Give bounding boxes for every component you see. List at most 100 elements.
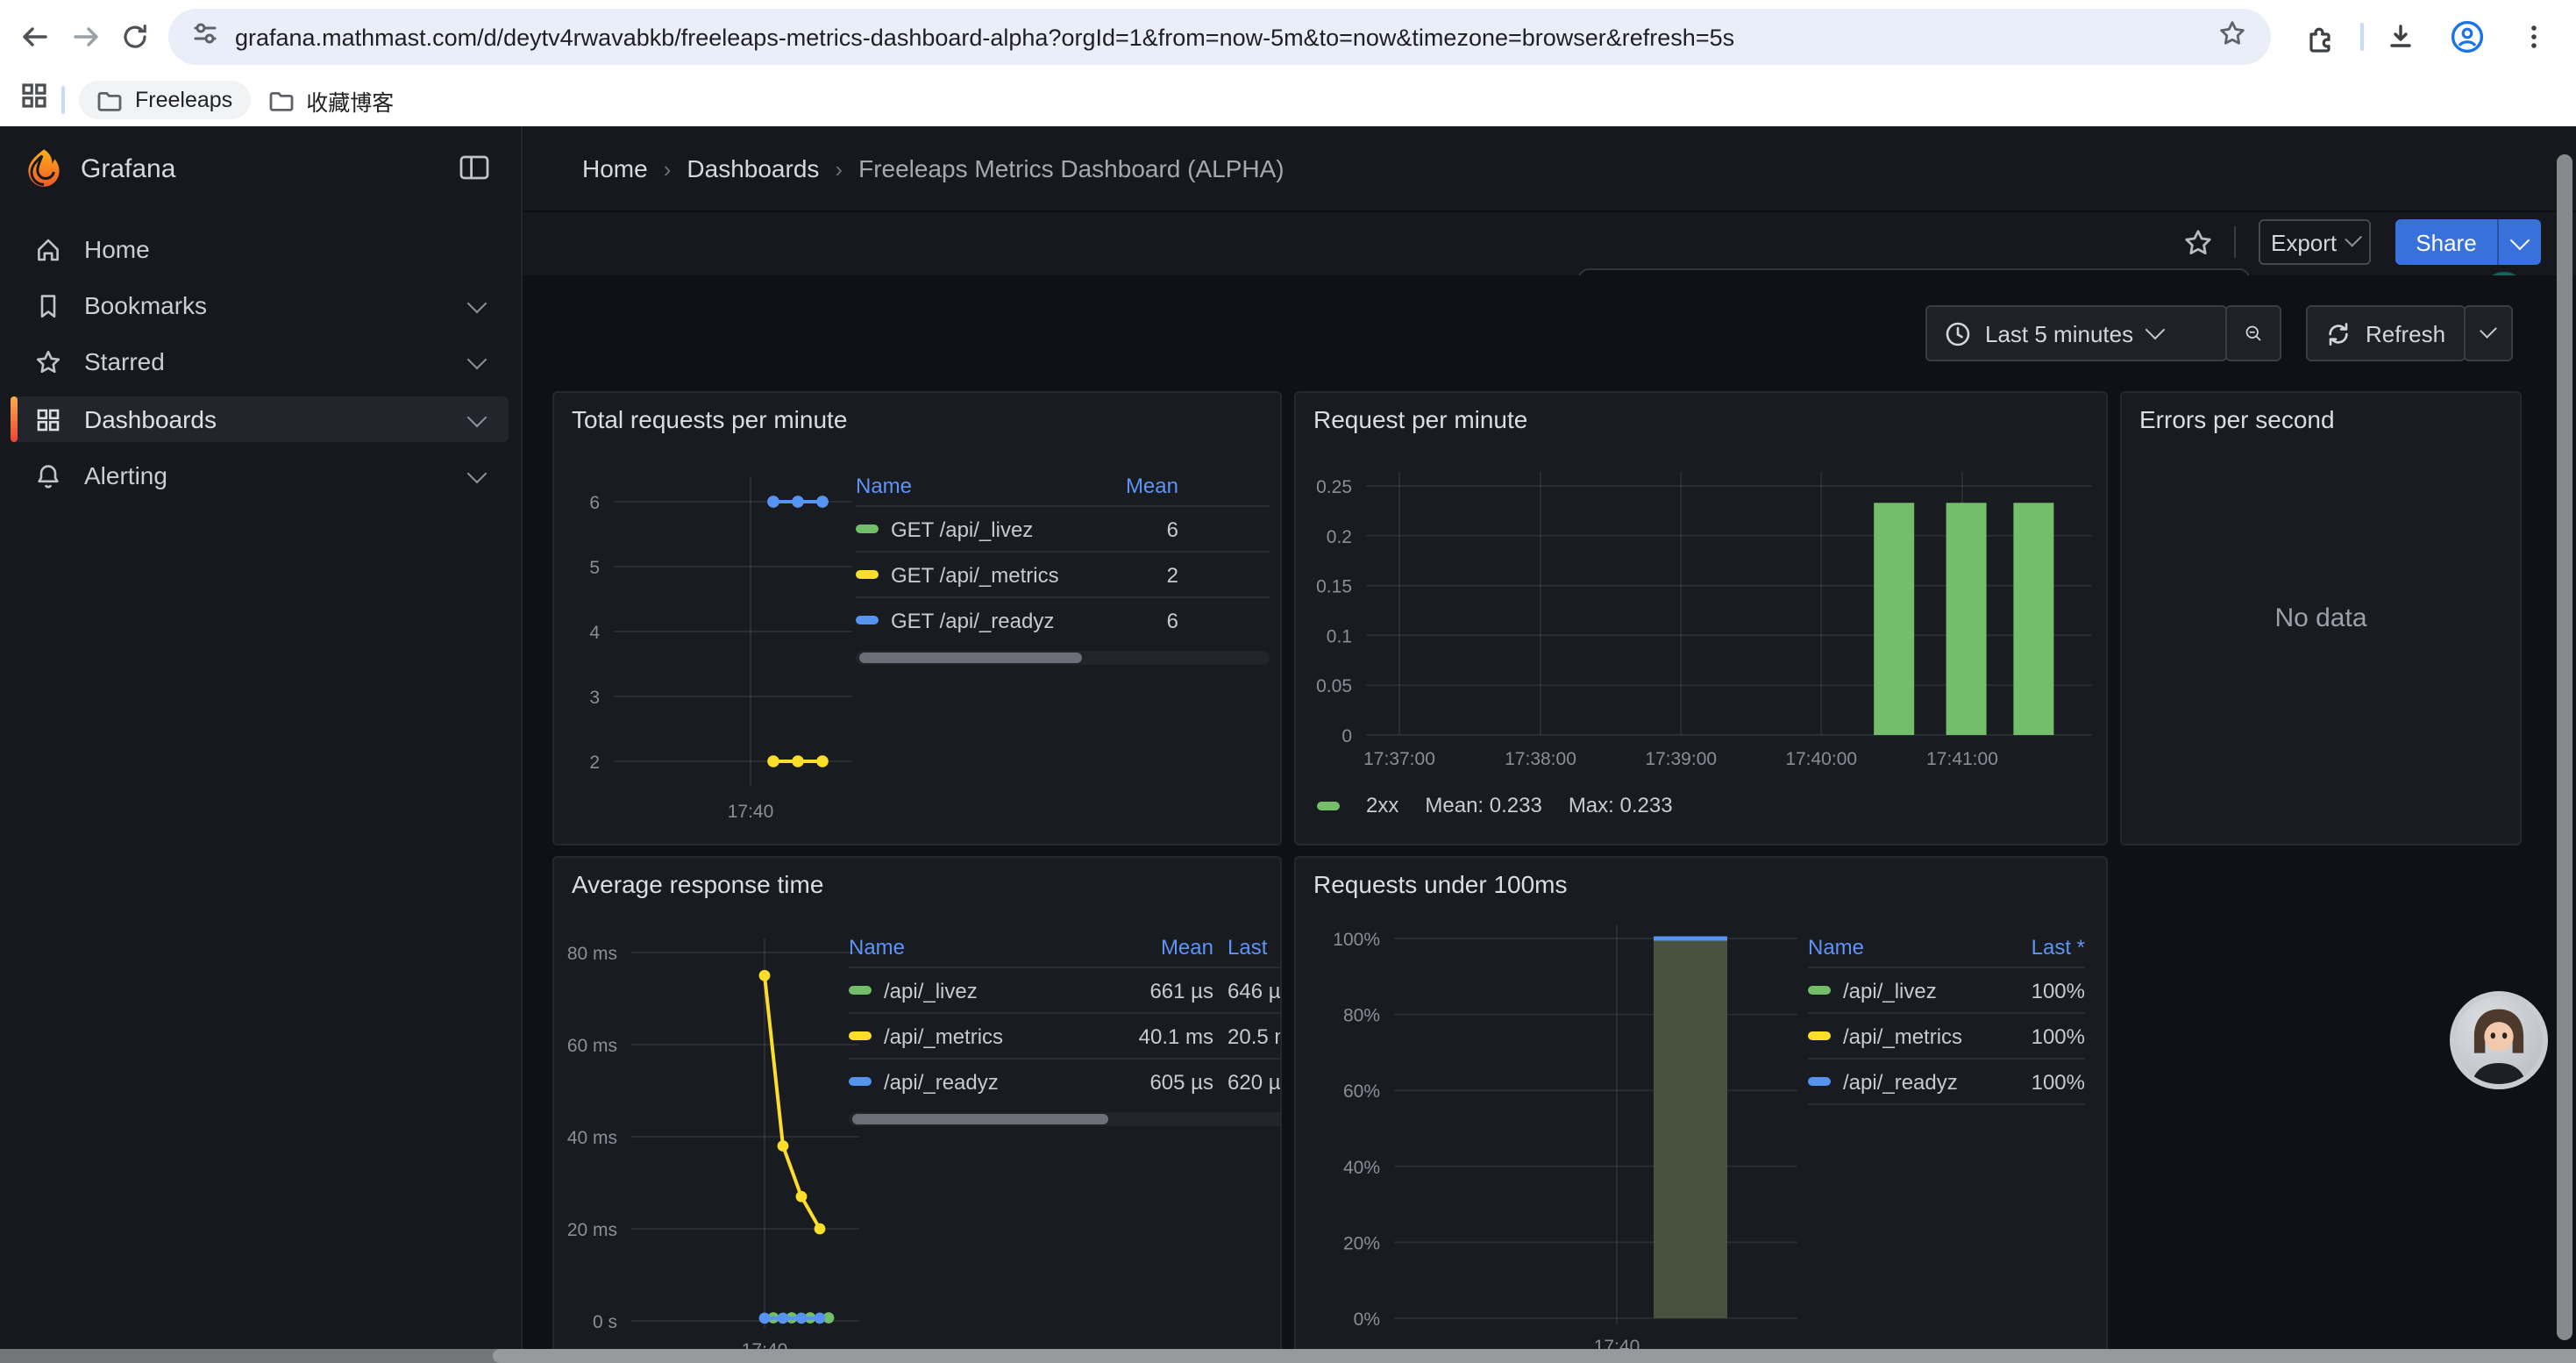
chevron-down-icon[interactable] <box>467 350 487 370</box>
reload-icon[interactable] <box>112 14 158 60</box>
sidebar-item-starred[interactable]: Starred <box>11 339 509 384</box>
legend-value: 605 µs <box>1108 1069 1213 1094</box>
assistant-avatar-widget[interactable] <box>2450 991 2548 1089</box>
legend-row: /api/_livez100% <box>1808 967 2085 1012</box>
back-icon[interactable] <box>11 14 56 60</box>
panel-title[interactable]: Average response time <box>572 870 823 898</box>
series-color-pill <box>856 525 879 533</box>
time-range-label: Last 5 minutes <box>1985 320 2133 346</box>
share-dropdown-button[interactable] <box>2497 219 2541 265</box>
panel-title[interactable]: Requests under 100ms <box>1313 870 1568 898</box>
zoom-out-button[interactable] <box>2225 305 2281 361</box>
mega-menu-toggle-icon[interactable] <box>459 154 489 189</box>
sidebar-item-home[interactable]: Home <box>11 226 509 272</box>
legend-series-name[interactable]: 2xx <box>1366 793 1398 817</box>
legend-scrollbar[interactable] <box>856 651 1270 665</box>
legend-col-header[interactable]: Name <box>1808 935 1994 960</box>
axis-tick-label: 100% <box>1333 930 1380 950</box>
sidebar-item-dashboards[interactable]: Dashboards <box>11 396 509 442</box>
axis-tick-label: 17:40 <box>728 802 774 822</box>
export-button[interactable]: Export <box>2259 219 2371 265</box>
series-color-pill <box>849 986 872 995</box>
legend-series-name[interactable]: /api/_metrics <box>884 1024 1108 1048</box>
share-button[interactable]: Share <box>2395 219 2541 265</box>
axis-tick-label: 20 ms <box>567 1220 617 1240</box>
grafana-logo-icon[interactable] <box>23 147 65 198</box>
site-info-icon[interactable] <box>193 20 217 54</box>
axis-tick-label: 0.1 <box>1327 626 1352 646</box>
legend-col-header[interactable]: Mean <box>1094 474 1178 498</box>
legend-col-header[interactable]: Last * <box>1994 935 2085 960</box>
favorite-star-icon[interactable] <box>2183 228 2213 267</box>
chevron-down-icon[interactable] <box>467 294 487 314</box>
sidebar-item-bookmarks[interactable]: Bookmarks <box>11 282 509 328</box>
legend-value: 100% <box>1994 1069 2085 1094</box>
sidebar-item-label: Home <box>84 235 150 263</box>
sidebar-item-label: Alerting <box>84 461 167 489</box>
legend-scrollbar-thumb[interactable] <box>852 1114 1108 1124</box>
horizontal-scrollbar[interactable] <box>0 1349 2576 1363</box>
legend-row: /api/_metrics40.1 ms20.5 ms <box>849 1012 1282 1058</box>
legend-series-name[interactable]: /api/_livez <box>884 978 1108 1003</box>
bell-icon <box>35 462 61 489</box>
breadcrumb-home[interactable]: Home <box>582 154 648 182</box>
axis-tick-label: 0 s <box>593 1312 617 1332</box>
bookmark-folder-blogs[interactable]: 收藏博客 <box>250 81 411 119</box>
profile-icon[interactable] <box>2444 14 2490 60</box>
refresh-button[interactable]: Refresh <box>2306 305 2466 361</box>
legend-series-name[interactable]: /api/_livez <box>1843 978 1994 1003</box>
apps-grid-icon[interactable] <box>21 82 47 118</box>
series-color-pill <box>856 570 879 579</box>
breadcrumb-current: Freeleaps Metrics Dashboard (ALPHA) <box>858 154 1284 182</box>
legend-series-name[interactable]: GET /api/_metrics <box>891 562 1094 587</box>
average-response-time-chart: 80 ms60 ms40 ms20 ms0 s17:40 <box>561 903 870 1363</box>
url-text[interactable]: grafana.mathmast.com/d/deytv4rwavabkb/fr… <box>235 24 2204 50</box>
panel-average-response-time: Average response time 80 ms60 ms40 ms20 … <box>552 856 1282 1363</box>
bookmark-folder-freeleaps[interactable]: Freeleaps <box>79 81 250 119</box>
chevron-down-icon[interactable] <box>467 464 487 484</box>
legend-col-header[interactable]: Name <box>856 474 1094 498</box>
axis-tick-label: 80 ms <box>567 944 617 964</box>
legend-series-name[interactable]: /api/_readyz <box>1843 1069 1994 1094</box>
vertical-scrollbar[interactable] <box>2557 154 2572 1340</box>
toolbar-divider <box>2234 226 2236 258</box>
legend-series-name[interactable]: /api/_readyz <box>884 1069 1108 1094</box>
legend-scrollbar[interactable] <box>849 1112 1282 1126</box>
share-button-label[interactable]: Share <box>2395 219 2497 265</box>
horizontal-scrollbar-thumb[interactable] <box>493 1349 2576 1363</box>
legend-value: 100% <box>1994 1024 2085 1048</box>
legend-row: /api/_readyz605 µs620 µs <box>849 1058 1282 1103</box>
axis-tick-label: 40 ms <box>567 1128 617 1148</box>
panel-title[interactable]: Total requests per minute <box>572 405 847 433</box>
legend-scrollbar-thumb[interactable] <box>859 653 1083 663</box>
chevron-down-icon[interactable] <box>467 408 487 428</box>
chevron-down-icon <box>2510 230 2530 250</box>
legend-series-name[interactable]: GET /api/_readyz <box>891 608 1094 632</box>
legend-table: NameMeanLast/api/_livez661 µs646 µs/api/… <box>849 928 1282 1126</box>
download-icon[interactable] <box>2378 14 2423 60</box>
axis-tick-label: 17:38:00 <box>1505 749 1576 769</box>
sidebar-item-alerting[interactable]: Alerting <box>11 453 509 498</box>
legend-series-name[interactable]: GET /api/_livez <box>891 517 1094 541</box>
browser-menu-icon[interactable] <box>2511 14 2557 60</box>
series-color-pill <box>849 1031 872 1040</box>
legend-col-header[interactable]: Last <box>1228 935 1282 960</box>
url-bar[interactable]: grafana.mathmast.com/d/deytv4rwavabkb/fr… <box>168 9 2271 65</box>
forward-icon[interactable] <box>63 14 109 60</box>
breadcrumb-dashboards[interactable]: Dashboards <box>687 154 819 182</box>
legend-series-name[interactable]: /api/_metrics <box>1843 1024 1994 1048</box>
axis-tick-label: 17:41:00 <box>1926 749 1998 769</box>
refresh-interval-dropdown[interactable] <box>2464 305 2513 361</box>
time-range-picker[interactable]: Last 5 minutes <box>1925 305 2227 361</box>
legend-col-header[interactable]: Name <box>849 935 1108 960</box>
bookmark-star-icon[interactable] <box>2218 18 2246 55</box>
refresh-icon <box>2325 320 2352 346</box>
legend-table: NameMean GET /api/_livez6 GET /api/_metric… <box>856 467 1270 665</box>
chevron-down-icon <box>2480 321 2497 339</box>
grafana-brand: Grafana <box>81 154 175 184</box>
legend-row: GET /api/_livez6 <box>856 505 1270 551</box>
extensions-icon[interactable] <box>2297 14 2343 60</box>
bookmark-label: Freeleaps <box>135 88 232 112</box>
legend-col-header[interactable]: Mean <box>1108 935 1213 960</box>
axis-tick-label: 17:37:00 <box>1363 749 1435 769</box>
